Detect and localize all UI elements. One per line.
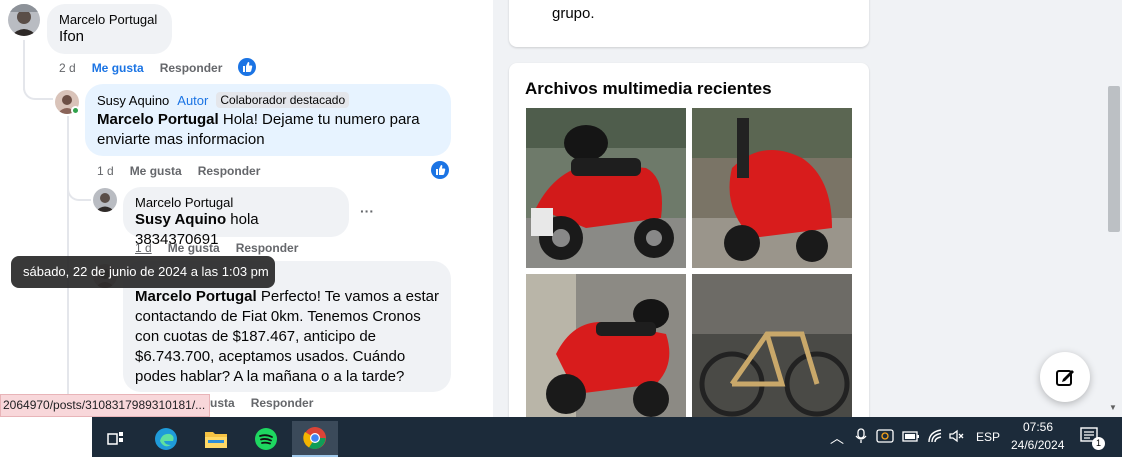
avatar[interactable] — [8, 4, 40, 36]
like-button[interactable]: usta — [210, 396, 235, 410]
comment-text: Ifon — [59, 28, 85, 45]
like-reaction-icon[interactable] — [431, 161, 449, 179]
mic-icon[interactable] — [855, 428, 867, 447]
like-button[interactable]: Me gusta — [130, 164, 182, 178]
media-thumbnail[interactable] — [692, 108, 852, 268]
comment-actions: usta Responder — [210, 396, 313, 410]
wifi-icon[interactable] — [927, 428, 943, 447]
comment-header: Susy Aquino Autor Colaborador destacado — [97, 92, 439, 108]
thread-connector — [67, 175, 91, 201]
task-view-icon[interactable] — [96, 421, 136, 457]
comment-actions: 2 d Me gusta Responder — [59, 61, 222, 75]
taskbar-search[interactable] — [0, 417, 92, 457]
comment-text: Marcelo Portugal Perfecto! Te vamos a es… — [135, 287, 439, 387]
timestamp-tooltip: sábado, 22 de junio de 2024 a las 1:03 p… — [11, 256, 275, 288]
language-indicator[interactable]: ESP — [976, 430, 1000, 444]
comment-author[interactable]: Marcelo Portugal — [59, 12, 160, 27]
mention-link[interactable]: Marcelo Portugal — [97, 111, 219, 128]
reply-button[interactable]: Responder — [251, 396, 314, 410]
about-text: grupo. — [552, 5, 595, 22]
notification-count: 1 — [1092, 437, 1105, 450]
comments-panel: Marcelo Portugal Ifon 2 d Me gusta Respo… — [0, 0, 493, 417]
chrome-icon[interactable] — [292, 421, 338, 457]
comment-bubble: Susy Aquino Autor Colaborador destacado … — [85, 84, 451, 156]
avatar[interactable] — [93, 188, 117, 212]
edge-icon[interactable] — [146, 421, 186, 457]
clock-time[interactable]: 07:56 — [1023, 420, 1053, 434]
comment-bubble: Marcelo Portugal Susy Aquino hola 383437… — [123, 187, 349, 248]
volume-muted-icon[interactable] — [948, 428, 964, 447]
taskbar: ︿ ESP 07:56 24/6/2024 1 — [0, 417, 1122, 457]
clock-date[interactable]: 24/6/2024 — [1011, 438, 1064, 452]
reply-button[interactable]: Responder — [236, 241, 299, 255]
comment-bubble: Marcelo Portugal Ifon — [47, 4, 172, 54]
privacy-icon[interactable] — [876, 428, 894, 447]
author-badge: Autor — [177, 92, 209, 108]
status-url: 2064970/posts/3108317989310181/... — [0, 394, 210, 417]
comment-author[interactable]: Susy Aquino — [97, 93, 169, 108]
compose-button[interactable] — [1040, 352, 1090, 402]
battery-icon[interactable] — [902, 429, 920, 446]
scroll-down-icon[interactable]: ▼ — [1109, 403, 1117, 412]
comment-time[interactable]: 1 d — [135, 241, 152, 255]
mention-link[interactable]: Susy Aquino — [135, 211, 226, 228]
media-title: Archivos multimedia recientes — [525, 79, 772, 98]
role-badge: Colaborador destacado — [216, 92, 350, 108]
media-thumbnail[interactable] — [526, 108, 686, 268]
more-options-icon[interactable]: ··· — [360, 203, 374, 219]
like-button[interactable]: Me gusta — [168, 241, 220, 255]
like-button[interactable]: Me gusta — [92, 61, 144, 75]
file-explorer-icon[interactable] — [196, 421, 236, 457]
reply-button[interactable]: Responder — [160, 61, 223, 75]
media-thumbnail[interactable] — [526, 274, 686, 434]
comment-actions: 1 d Me gusta Responder — [135, 241, 298, 255]
online-indicator — [71, 106, 80, 115]
edit-icon — [1056, 370, 1074, 386]
recent-media-card: Archivos multimedia recientes — [509, 63, 869, 434]
media-thumbnail[interactable] — [692, 274, 852, 434]
comment-time[interactable]: 2 d — [59, 61, 76, 75]
comment-text: Marcelo Portugal Hola! Dejame tu numero … — [97, 110, 439, 150]
thread-connector — [23, 60, 53, 100]
chevron-up-icon[interactable]: ︿ — [830, 428, 844, 448]
scrollbar[interactable]: ▼ — [1104, 0, 1122, 417]
comment-actions: 1 d Me gusta Responder — [97, 164, 260, 178]
comment-author[interactable]: Marcelo Portugal — [135, 195, 337, 210]
mention-link[interactable]: Marcelo Portugal — [135, 288, 257, 305]
spotify-icon[interactable] — [246, 421, 286, 457]
reply-button[interactable]: Responder — [198, 164, 261, 178]
about-card: grupo. — [509, 0, 869, 47]
scrollbar-thumb[interactable] — [1108, 86, 1120, 232]
like-reaction-icon[interactable] — [238, 58, 256, 76]
comment-time[interactable]: 1 d — [97, 164, 114, 178]
